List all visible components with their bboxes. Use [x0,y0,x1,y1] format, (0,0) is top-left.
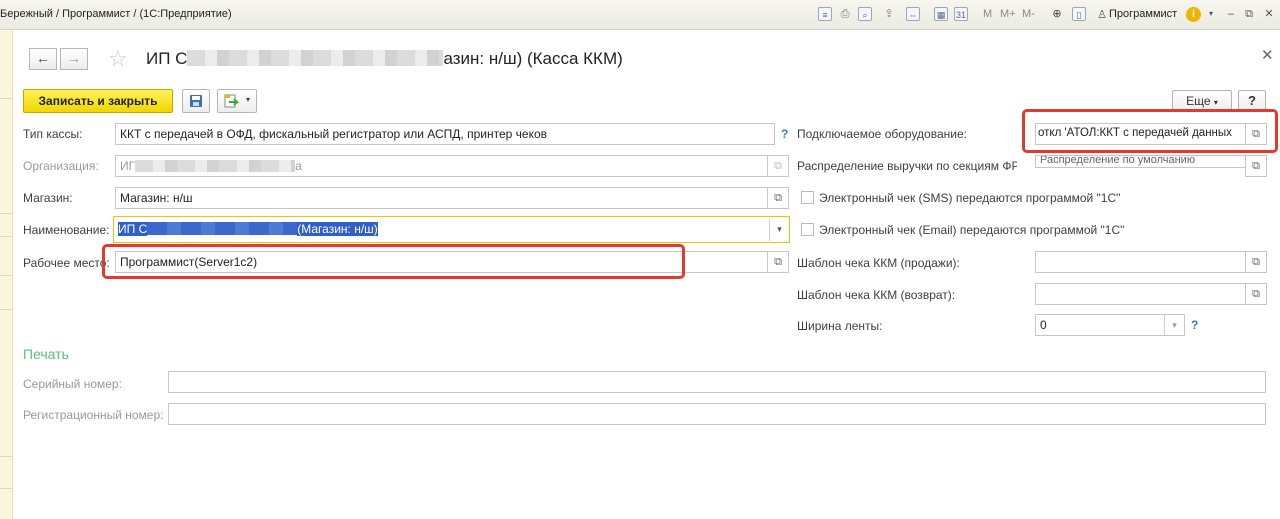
print-icon[interactable]: ⎙ [838,7,852,21]
organization-field[interactable]: ИГ а [115,155,768,177]
workplace-label: Рабочее место: [23,256,110,270]
restore-icon[interactable]: ⧉ [1242,7,1256,21]
tape-width-help-icon[interactable]: ? [1191,318,1198,332]
memory-plus-button[interactable]: M+ [1000,8,1016,20]
arrow-left-icon: ← [36,50,50,66]
chevron-down-icon: ▾ [1213,98,1218,107]
form-title: ИП С азин: н/ш) (Касса ККМ) [146,49,623,69]
serial-number-label: Серийный номер: [23,377,122,391]
email-checkbox[interactable] [801,223,814,236]
upload-icon[interactable]: ⇪ [882,7,896,21]
chevron-down-icon[interactable]: ▾ [1204,7,1218,21]
organization-value-end: а [295,159,302,173]
sms-checkbox[interactable] [801,191,814,204]
open-window-icon[interactable]: ⧉ [767,155,789,177]
template-return-label: Шаблон чека ККМ (возврат): [797,288,956,302]
form-title-start: ИП С [146,49,188,68]
cash-type-field[interactable]: ККТ с передачей в ОФД, фискальный регист… [115,123,775,145]
save-and-close-button[interactable]: Записать и закрыть [23,89,173,113]
left-panel-strip [0,30,13,519]
arrow-right-icon: → [67,50,81,66]
name-label: Наименование: [23,223,110,237]
redacted-text [135,160,296,172]
chevron-down-icon: ▾ [246,95,251,104]
open-window-icon[interactable]: ⧉ [767,187,789,209]
print-section-title: Печать [23,346,69,362]
panels-icon[interactable]: ▯ [1072,7,1086,21]
cash-type-label: Тип кассы: [23,127,83,141]
close-icon[interactable]: ✕ [1261,46,1274,64]
star-icon[interactable]: ☆ [108,46,128,72]
equipment-label: Подключаемое оборудование: [797,127,967,141]
template-sale-label: Шаблон чека ККМ (продажи): [797,256,960,270]
workplace-highlight [102,244,685,279]
minimize-icon[interactable]: – [1224,7,1238,21]
window-title: Бережный / Программист / (1С:Предприятие… [0,8,232,20]
open-window-icon[interactable]: ⧉ [767,251,789,273]
more-label: Еще [1186,94,1211,108]
chevron-down-icon[interactable]: ▾ [1164,315,1184,335]
doc-icon[interactable]: ≡ [818,7,832,21]
template-sale-field[interactable] [1035,251,1246,273]
memory-minus-button[interactable]: M- [1022,8,1035,20]
store-label: Магазин: [23,191,73,205]
revenue-field[interactable]: Распределение по умолчанию [1035,155,1246,168]
reg-number-label: Регистрационный номер: [23,408,164,422]
cash-type-help-icon[interactable]: ? [781,127,788,141]
sms-label: Электронный чек (SMS) передаются програм… [819,191,1121,205]
generate-dropdown-button[interactable]: ▾ [217,89,257,113]
memory-button[interactable]: M [983,8,992,20]
info-icon[interactable]: i [1186,7,1201,22]
serial-number-field[interactable] [168,371,1266,393]
name-value-end: (Магазин: н/ш) [297,222,378,236]
compare-icon[interactable]: ⇔ [906,7,920,21]
revenue-label: Распределение выручки по секциям ФР: [797,159,1017,173]
organization-value-start: ИГ [120,159,136,173]
tape-width-label: Ширина ленты: [797,319,883,333]
equipment-highlight [1022,109,1278,153]
store-field[interactable]: Магазин: н/ш [115,187,768,209]
reg-number-field[interactable] [168,403,1266,425]
tape-width-field[interactable]: 0 ▾ [1035,314,1185,336]
name-field[interactable]: ИП С (Магазин: н/ш) ▾ [113,216,790,243]
open-window-icon[interactable]: ⧉ [1245,251,1267,273]
tape-width-value: 0 [1040,318,1047,332]
email-label: Электронный чек (Email) передаются прогр… [819,223,1125,237]
floppy-disk-icon [190,95,202,107]
organization-label: Организация: [23,159,99,173]
close-window-icon[interactable]: ✕ [1262,7,1276,21]
name-value-start: ИП С [118,222,148,236]
calendar-icon[interactable]: 31 [954,7,968,21]
open-window-icon[interactable]: ⧉ [1245,283,1267,305]
calculator-icon[interactable]: ▦ [934,7,948,21]
user-name[interactable]: Программист [1109,8,1177,20]
document-arrow-icon [224,94,239,108]
preview-icon[interactable]: ⌕ [858,7,872,21]
redacted-text [187,50,444,66]
open-window-icon[interactable]: ⧉ [1245,155,1267,177]
form-title-end: азин: н/ш) (Касса ККМ) [443,49,623,68]
forward-button[interactable]: → [60,48,88,70]
redacted-text [147,222,298,235]
user-icon: ♙ [1097,9,1107,21]
save-button[interactable] [182,89,210,113]
back-button[interactable]: ← [29,48,57,70]
window-titlebar: Бережный / Программист / (1С:Предприятие… [0,0,1280,30]
template-return-field[interactable] [1035,283,1246,305]
zoom-icon[interactable]: ⊕ [1050,7,1064,21]
chevron-down-icon[interactable]: ▾ [769,219,789,241]
